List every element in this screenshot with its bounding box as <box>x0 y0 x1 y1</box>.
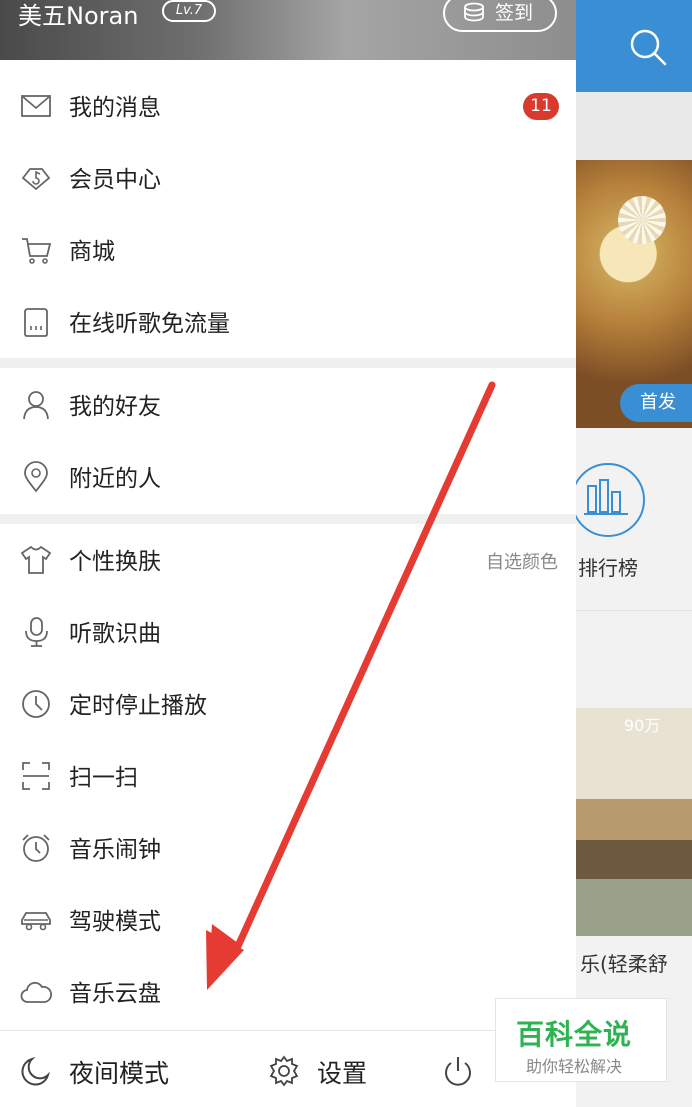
diamond-tag-icon <box>21 168 51 191</box>
tshirt-icon <box>20 545 52 574</box>
location-pin-icon <box>24 461 48 493</box>
playlist-cover[interactable] <box>576 708 692 936</box>
menu-item-sleep-timer[interactable]: 定时停止播放 <box>0 668 576 740</box>
person-icon <box>23 391 49 420</box>
ranking-icon[interactable] <box>576 456 648 546</box>
clock-icon <box>22 690 50 718</box>
menu-label: 在线听歌免流量 <box>69 311 230 337</box>
gear-icon <box>269 1055 299 1087</box>
menu-item-scan[interactable]: 扫一扫 <box>0 740 576 812</box>
menu-item-skin[interactable]: 个性换肤 自选颜色 <box>0 524 576 596</box>
cart-icon <box>22 238 52 264</box>
microphone-icon <box>25 617 48 647</box>
premiere-badge: 首发 <box>620 384 692 422</box>
coin-stack-icon <box>464 2 484 22</box>
menu-label: 扫一扫 <box>69 765 138 791</box>
search-icon[interactable] <box>629 28 667 66</box>
menu-item-friends[interactable]: 我的好友 <box>0 369 576 441</box>
section-divider <box>0 358 576 368</box>
checkin-label: 签到 <box>495 2 534 24</box>
alarm-clock-icon <box>22 834 50 862</box>
menu-item-vip-center[interactable]: 会员中心 <box>0 142 576 214</box>
sim-card-icon <box>24 308 48 337</box>
checkin-button[interactable]: 签到 <box>443 0 557 32</box>
bottom-divider <box>0 1030 576 1031</box>
baike-watermark: 百科全说 助你轻松解决 <box>495 998 667 1082</box>
menu-label: 会员中心 <box>69 167 161 193</box>
menu-item-song-recognition[interactable]: 听歌识曲 <box>0 596 576 668</box>
flower-image <box>618 196 666 244</box>
level-badge: Lv.7 <box>162 0 216 22</box>
power-icon <box>445 1057 471 1086</box>
section-divider <box>0 514 576 524</box>
message-count-badge: 11 <box>523 93 559 120</box>
mail-icon <box>21 95 51 117</box>
menu-label: 听歌识曲 <box>69 621 161 647</box>
cloud-icon <box>20 981 52 1003</box>
ranking-label: 排行榜 <box>578 556 638 580</box>
settings-label: 设置 <box>317 1059 368 1088</box>
drawer-header: 美五Noran Lv.7 签到 <box>0 0 576 60</box>
menu-item-store[interactable]: 商城 <box>0 214 576 286</box>
menu-label: 个性换肤 <box>69 549 161 575</box>
menu-item-drive-mode[interactable]: 驾驶模式 <box>0 884 576 956</box>
night-mode-label: 夜间模式 <box>69 1059 170 1088</box>
play-count: 90万 <box>624 716 661 735</box>
side-drawer: 美五Noran Lv.7 签到 我的消息 11 会员中心 商城 在线听歌免流量 … <box>0 0 576 1107</box>
menu-label: 商城 <box>69 239 115 265</box>
menu-label: 音乐闹钟 <box>69 837 161 863</box>
user-name[interactable]: 美五Noran <box>18 0 138 31</box>
menu-label: 驾驶模式 <box>69 909 161 935</box>
menu-item-alarm[interactable]: 音乐闹钟 <box>0 812 576 884</box>
menu-item-messages[interactable]: 我的消息 <box>0 70 576 142</box>
menu-item-cloud-drive[interactable]: 音乐云盘 <box>0 956 576 1028</box>
menu-label: 定时停止播放 <box>69 693 207 719</box>
divider <box>576 610 692 611</box>
menu-label: 我的消息 <box>69 95 161 121</box>
background-tab-strip <box>576 92 692 160</box>
watermark-subtitle: 助你轻松解决 <box>526 1057 623 1076</box>
car-icon <box>21 912 51 931</box>
menu-item-free-data[interactable]: 在线听歌免流量 <box>0 286 576 358</box>
scan-icon <box>22 762 50 790</box>
skin-option-text: 自选颜色 <box>486 552 558 573</box>
playlist-title: 乐(轻柔舒 <box>580 952 668 976</box>
menu-label: 我的好友 <box>69 394 161 420</box>
menu-item-nearby[interactable]: 附近的人 <box>0 441 576 513</box>
moon-icon <box>21 1057 50 1086</box>
watermark-title: 百科全说 <box>516 1018 633 1051</box>
menu-label: 音乐云盘 <box>69 981 161 1007</box>
menu-label: 附近的人 <box>69 466 161 492</box>
